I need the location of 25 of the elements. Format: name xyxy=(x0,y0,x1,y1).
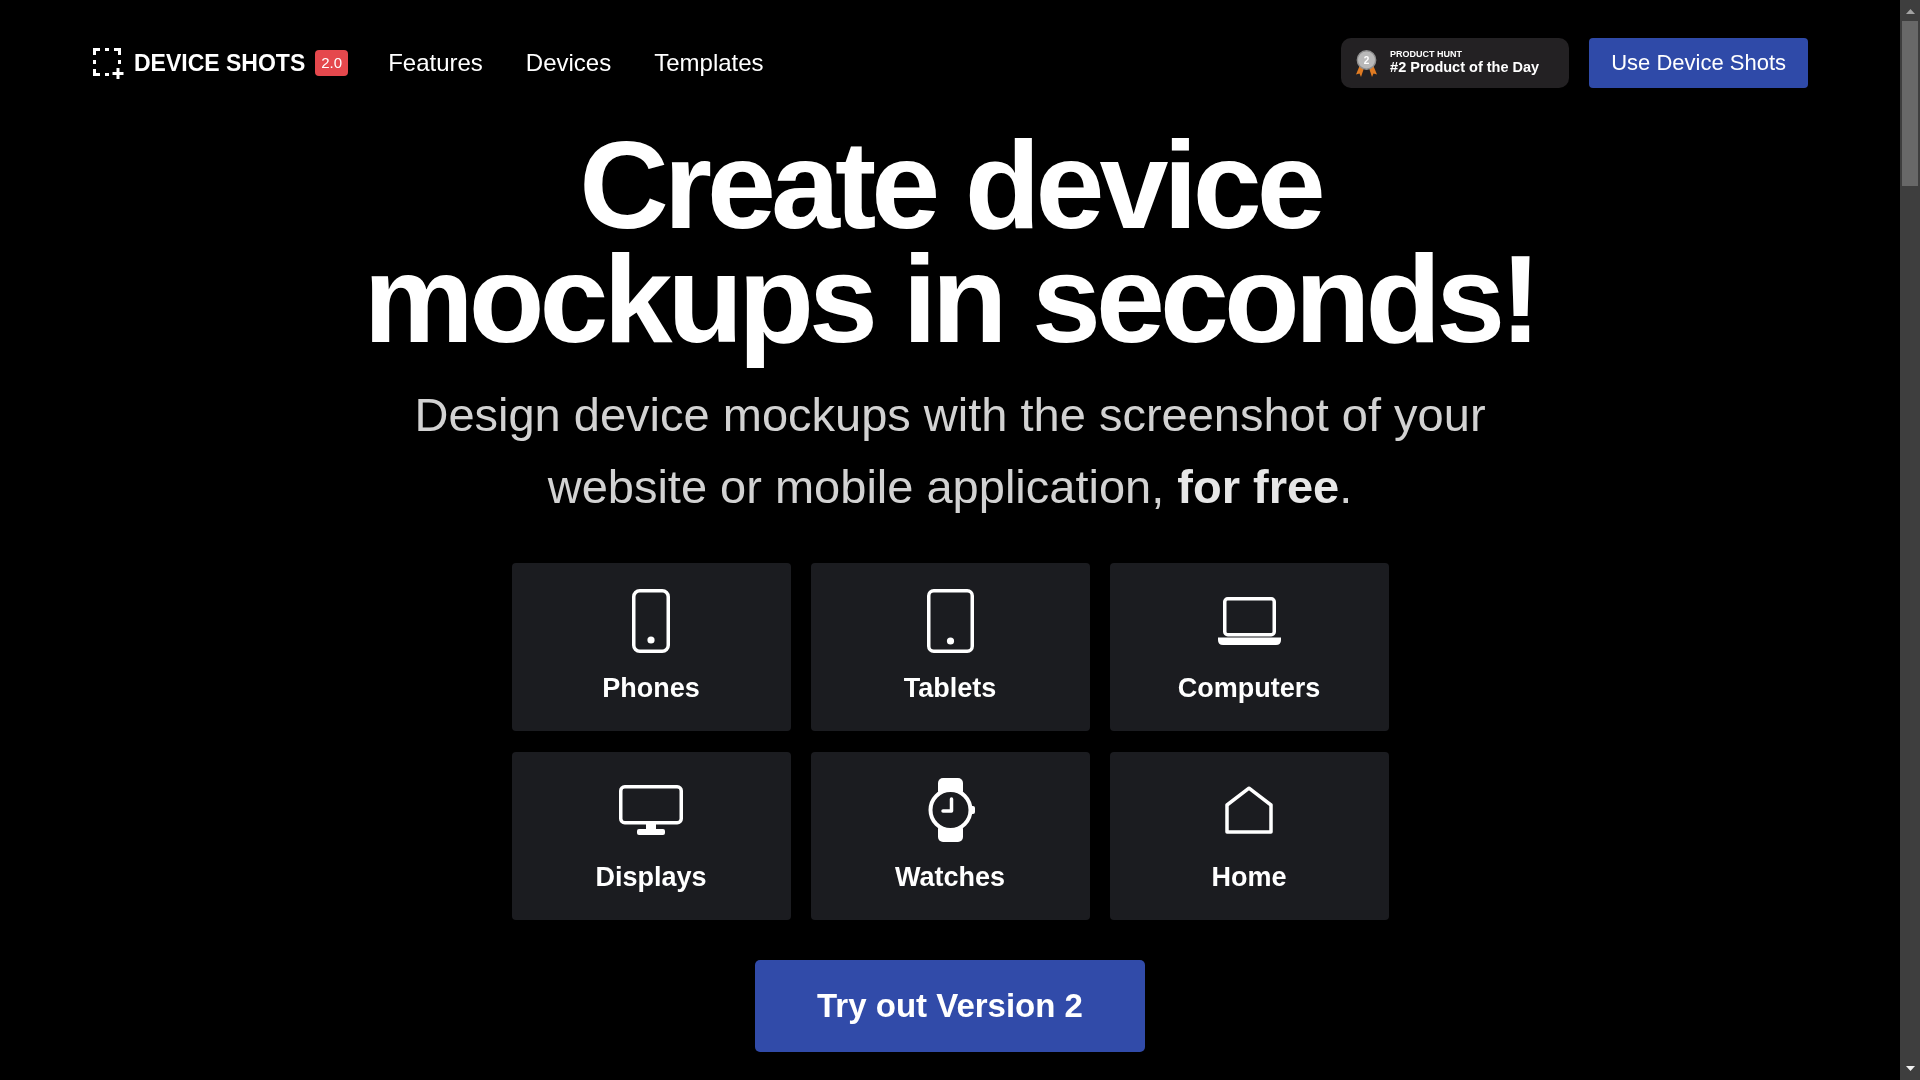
try-version-button[interactable]: Try out Version 2 xyxy=(755,960,1145,1052)
award-badge[interactable]: 2 PRODUCT HUNT #2 Product of the Day xyxy=(1341,38,1570,88)
monitor-icon xyxy=(619,785,683,835)
nav-link[interactable]: Templates xyxy=(654,49,764,77)
brand-name: DEVICE SHOTS xyxy=(134,49,306,77)
logo-icon xyxy=(93,47,124,79)
nav-link[interactable]: Features xyxy=(388,49,483,77)
phone-icon xyxy=(632,589,670,653)
device-category-card[interactable]: Tablets xyxy=(810,563,1090,731)
laptop-icon xyxy=(1217,597,1281,645)
device-category-card[interactable]: Computers xyxy=(1109,563,1389,731)
device-category-card[interactable]: Home xyxy=(1109,752,1389,920)
use-device-shots-button[interactable]: Use Device Shots xyxy=(1589,38,1808,88)
scroll-down-arrow-icon[interactable] xyxy=(1905,1066,1915,1071)
house-icon xyxy=(1225,786,1273,834)
hero-heading: Create device mockups in seconds! xyxy=(362,126,1538,370)
hero-subtitle: Design device mockups with the screenshot of your website or mobile application, for free. xyxy=(413,387,1487,515)
version-badge: 2.0 xyxy=(315,50,349,76)
scrollbar-thumb[interactable] xyxy=(1902,21,1918,186)
device-category-card[interactable]: Phones xyxy=(511,563,791,731)
device-category-card[interactable]: Watches xyxy=(810,752,1090,920)
nav-link[interactable]: Devices xyxy=(525,49,612,77)
device-category-card[interactable]: Displays xyxy=(511,752,791,920)
tablet-icon xyxy=(926,589,974,653)
scroll-up-arrow-icon[interactable] xyxy=(1905,9,1915,14)
